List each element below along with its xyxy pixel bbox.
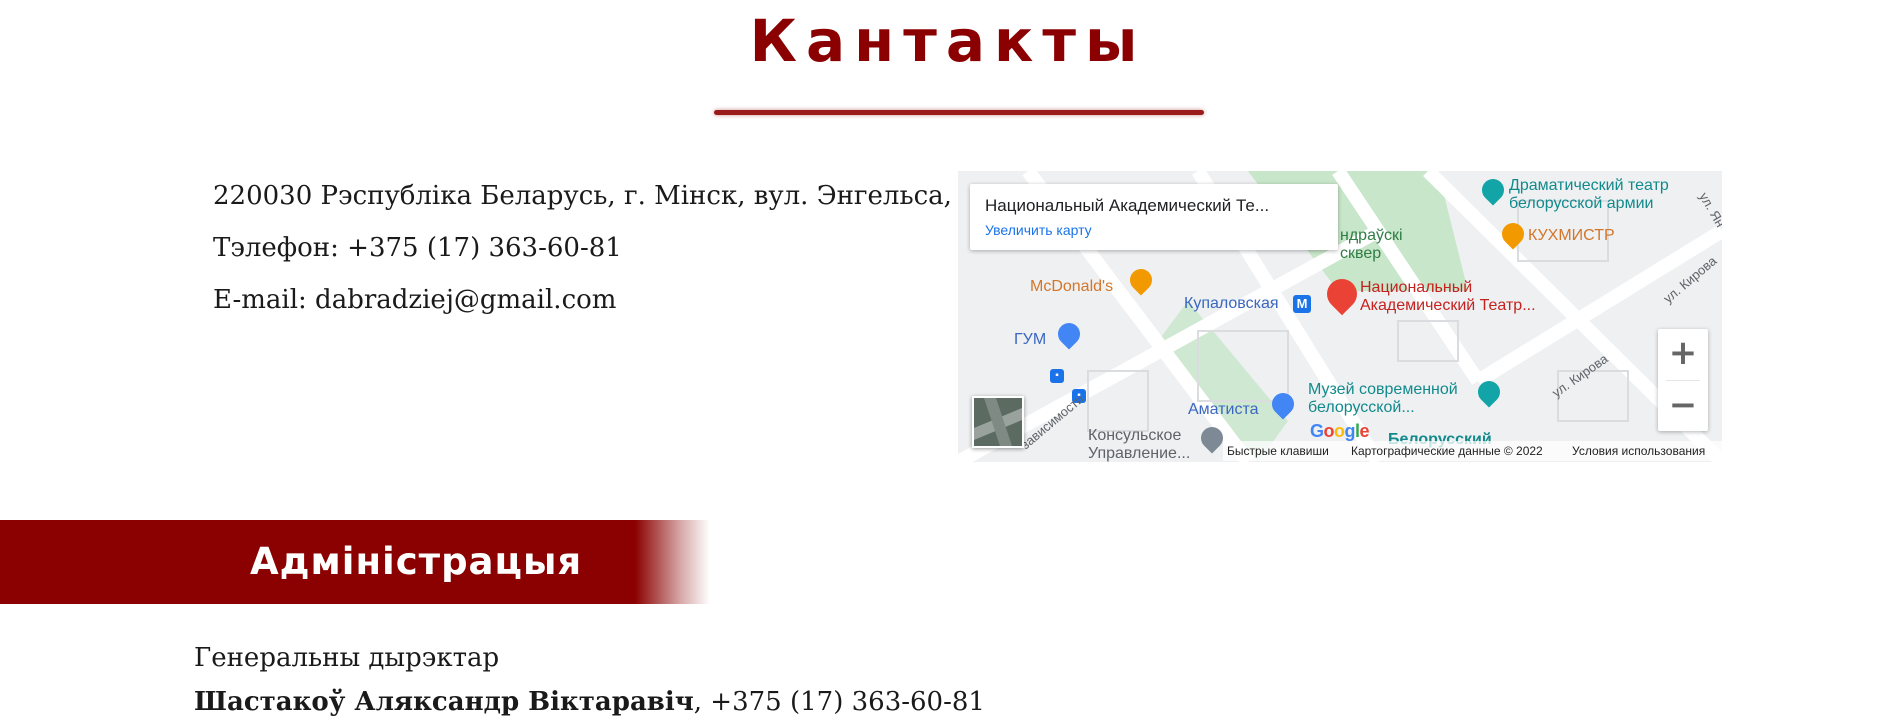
administration-block: Генеральны дырэктар Шастакоў Аляксандр В… <box>194 636 985 724</box>
map-label-line: белорусской... <box>1308 399 1415 416</box>
map-label-gum[interactable]: ГУМ <box>1014 331 1046 349</box>
map-label-consular[interactable]: Консульское Управление... <box>1088 427 1190 462</box>
terms-link[interactable]: Условия использования <box>1572 444 1705 458</box>
map-label-ametist[interactable]: Аматиста <box>1188 401 1259 419</box>
map-label-museum[interactable]: Музей современной белорусской... <box>1308 381 1458 417</box>
map-footer: Быстрые клавиши Картографические данные … <box>1223 441 1722 461</box>
phone-text: Тэлефон: +375 (17) 363-60-81 <box>213 233 622 263</box>
address-text: 220030 Рэспубліка Беларусь, г. Мінск, ву… <box>213 181 977 211</box>
zoom-in-button[interactable]: + <box>1658 329 1708 379</box>
director-role: Генеральны дырэктар <box>194 643 500 673</box>
director-name: Шастакоў Аляксандр Віктаравіч <box>194 687 694 717</box>
google-logo: Google <box>1310 421 1370 441</box>
map-label-mcdonalds[interactable]: McDonald's <box>1030 278 1113 296</box>
bus-stop-icon[interactable]: ▪ <box>1050 369 1064 383</box>
satellite-toggle-button[interactable] <box>972 396 1024 448</box>
google-map[interactable]: Национальный Академический Те... Увеличи… <box>958 171 1722 462</box>
map-label-kupalovskaya[interactable]: Купаловская <box>1184 295 1279 313</box>
map-label-line: Консульское <box>1088 427 1182 444</box>
administration-banner: Адміністрацыя <box>0 520 710 604</box>
map-label-park: ндраўскі сквер <box>1340 227 1403 263</box>
director-phone: , +375 (17) 363-60-81 <box>693 687 985 717</box>
metro-icon[interactable]: M <box>1293 295 1311 313</box>
email-text: E-mail: dabradziej@gmail.com <box>213 285 617 315</box>
page-title: Кантакты <box>749 7 1147 75</box>
map-data-text: Картографические данные © 2022 <box>1351 444 1543 458</box>
map-label-kuhmistr[interactable]: КУХМИСТР <box>1528 227 1615 245</box>
map-label-line: сквер <box>1340 245 1382 262</box>
map-label-line: Управление... <box>1088 445 1191 462</box>
map-label-national-theatre[interactable]: Национальный Академический Театр... <box>1360 279 1536 315</box>
map-label-dram-theatre[interactable]: Драматический театр белорусской армии <box>1509 177 1669 213</box>
enlarge-map-link[interactable]: Увеличить карту <box>985 222 1092 238</box>
title-underline <box>714 110 1204 115</box>
map-info-card: Национальный Академический Те... Увеличи… <box>970 184 1338 250</box>
satellite-thumbnail-icon <box>974 398 1022 446</box>
map-label-line: белорусской армии <box>1509 195 1654 212</box>
map-label-line: Национальный <box>1360 279 1473 296</box>
director-line: Шастакоў Аляксандр Віктаравіч, +375 (17)… <box>194 680 985 724</box>
map-label-line: ндраўскі <box>1340 227 1403 244</box>
zoom-out-button[interactable]: − <box>1658 381 1708 431</box>
zoom-controls: + − <box>1658 329 1708 431</box>
map-card-title: Национальный Академический Те... <box>985 196 1270 215</box>
map-label-line: Музей современной <box>1308 381 1458 398</box>
keyboard-shortcuts-link[interactable]: Быстрые клавиши <box>1227 444 1329 458</box>
contacts-block: 220030 Рэспубліка Беларусь, г. Мінск, ву… <box>213 170 977 326</box>
map-label-line: Драматический театр <box>1509 177 1669 194</box>
administration-heading: Адміністрацыя <box>250 540 583 583</box>
map-label-line: Академический Театр... <box>1360 297 1536 314</box>
